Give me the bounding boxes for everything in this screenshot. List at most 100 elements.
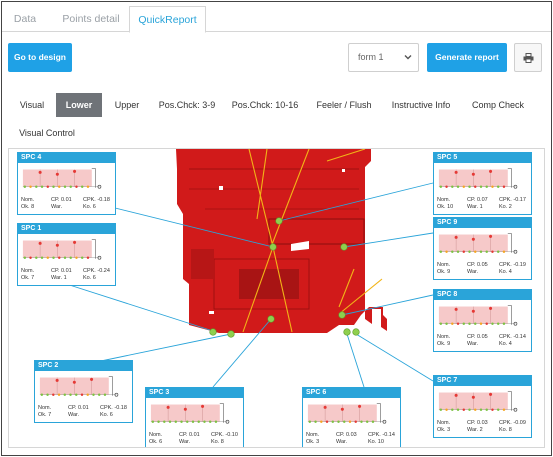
spc-outlier-point bbox=[489, 169, 493, 173]
spc-ko: Ko. 6 bbox=[83, 203, 96, 210]
spc-sample-point bbox=[69, 185, 72, 188]
spc-outlier-point bbox=[55, 243, 59, 247]
spc-sample-point bbox=[63, 185, 67, 188]
spc-sample-point bbox=[456, 185, 460, 188]
subtab-feeler-flush[interactable]: Feeler / Flush bbox=[315, 93, 373, 117]
spc-sample-point bbox=[35, 256, 38, 259]
spc-sample-point bbox=[485, 250, 488, 253]
spc-sample-point bbox=[75, 393, 78, 396]
spc-sample-point bbox=[86, 185, 90, 188]
spc-sample-point bbox=[191, 420, 195, 423]
spc-sample-point bbox=[474, 250, 477, 253]
tab-points-detail[interactable]: Points detail bbox=[58, 6, 124, 32]
subtab-comp-check[interactable]: Comp Check bbox=[469, 93, 527, 117]
spc-sample-point bbox=[456, 322, 460, 325]
spc-sample-point bbox=[468, 322, 471, 325]
subtab-instructive-info[interactable]: Instructive Info bbox=[389, 93, 453, 117]
spc-sample-point bbox=[479, 322, 483, 325]
spc-outlier-point bbox=[471, 395, 475, 399]
spc-war: War. bbox=[51, 203, 63, 210]
tab-quickreport[interactable]: QuickReport bbox=[129, 6, 206, 33]
spc-sample-point bbox=[92, 393, 95, 396]
spc-sample-point bbox=[451, 408, 454, 411]
spc-card-2[interactable]: SPC 2 Nom. Ok. 7 CP. 0.01 War. CPK. -0.18 Ko. … bbox=[34, 360, 133, 423]
spc-outlier-point bbox=[323, 405, 327, 409]
subtab-pos-chck-3-9[interactable]: Pos.Chck: 3-9 bbox=[157, 93, 217, 117]
spc-ok: Ok. 7 bbox=[38, 411, 52, 418]
spc-sample-point bbox=[197, 420, 200, 423]
spc-outlier-point bbox=[55, 172, 59, 176]
subtab-visual[interactable]: Visual bbox=[17, 93, 47, 117]
spc-ko: Ko. 10 bbox=[368, 438, 384, 445]
spc-card-title: SPC 2 bbox=[35, 361, 132, 371]
spc-sample-point bbox=[29, 185, 32, 188]
spc-sample-point bbox=[445, 185, 448, 188]
spc-outlier-point bbox=[73, 240, 77, 244]
spc-card-3[interactable]: SPC 3 Nom. Ok. 6 CP. 0.01 War. CPK. -0.10 Ko. … bbox=[145, 387, 244, 447]
spc-sample-point bbox=[163, 420, 166, 423]
spc-sample-point bbox=[80, 256, 84, 259]
spc-card-title: SPC 6 bbox=[303, 388, 400, 398]
spc-card-8[interactable]: SPC 8 Nom. Ok. 9 CP. 0.05 War. CPK. -0.14 Ko. … bbox=[433, 289, 532, 352]
spc-sample-point bbox=[314, 420, 317, 423]
spc-sample-point bbox=[46, 185, 50, 188]
spc-outlier-point bbox=[201, 404, 205, 408]
spc-outlier-point bbox=[55, 378, 59, 382]
spc-ko: Ko. 4 bbox=[499, 340, 512, 347]
spc-sample-point bbox=[468, 185, 471, 188]
spc-sample-point bbox=[57, 393, 61, 396]
spc-sample-point bbox=[186, 420, 189, 423]
spc-outlier-point bbox=[471, 172, 475, 176]
spc-outlier-point bbox=[489, 234, 493, 238]
spc-card-6[interactable]: SPC 6 Nom. Ok. 3 CP. 0.03 War. CPK. -0.14 Ko. … bbox=[302, 387, 401, 447]
spc-outlier-point bbox=[340, 407, 344, 411]
spc-outlier-point bbox=[90, 377, 94, 381]
car-part-image bbox=[176, 149, 387, 333]
spc-card-5[interactable]: SPC 5 Nom. Ok. 10 CP. 0.07 War. 1 CPK. -0.17 K… bbox=[433, 152, 532, 215]
spc-sample-point bbox=[23, 185, 27, 188]
print-button[interactable] bbox=[514, 43, 542, 72]
spc-sample-point bbox=[208, 420, 212, 423]
spc-sample-point bbox=[343, 420, 346, 423]
spc-outlier-point bbox=[489, 306, 493, 310]
spc-outlier-point bbox=[471, 309, 475, 313]
spc-sample-point bbox=[320, 420, 323, 423]
generate-report-button[interactable]: Generate report bbox=[427, 43, 507, 72]
spc-card-7[interactable]: SPC 7 Nom. Ok. 3 CP. 0.03 War. 2 CPK. -0.09 Ko… bbox=[433, 375, 532, 438]
go-to-design-button[interactable]: Go to design bbox=[8, 43, 72, 72]
spc-sample-point bbox=[23, 256, 27, 259]
spc-card-4[interactable]: SPC 4 Nom. Ok. 8 CP. 0.01 War. CPK. -0.18 Ko. … bbox=[17, 152, 116, 215]
spc-war: War. bbox=[467, 340, 479, 347]
spc-card-9[interactable]: SPC 9 Nom. Ok. 9 CP. 0.05 War. CPK. -0.19 Ko. … bbox=[433, 217, 532, 280]
spc-sample-point bbox=[97, 393, 101, 396]
spc-card-title: SPC 5 bbox=[434, 153, 531, 163]
spc-card-title: SPC 4 bbox=[18, 153, 115, 163]
spc-sample-point bbox=[496, 250, 500, 253]
spc-sample-point bbox=[491, 408, 494, 411]
spc-mini-chart bbox=[438, 305, 518, 326]
subtab-visual-control[interactable]: Visual Control bbox=[17, 121, 77, 145]
spc-sample-point bbox=[496, 322, 500, 325]
subtab-lower[interactable]: Lower bbox=[56, 93, 102, 117]
spc-sample-point bbox=[479, 250, 483, 253]
spc-card-1[interactable]: SPC 1 Nom. Ok. 7 CP. 0.01 War. 1 CPK. -0.24 Ko… bbox=[17, 223, 116, 286]
spc-card-title: SPC 9 bbox=[434, 218, 531, 228]
spc-sample-point bbox=[451, 250, 454, 253]
subtab-pos-chck-10-16[interactable]: Pos.Chck: 10-16 bbox=[231, 93, 299, 117]
spc-sample-point bbox=[479, 185, 483, 188]
spc-war: War. bbox=[467, 268, 479, 275]
spc-sample-point bbox=[69, 256, 72, 259]
spc-card-title: SPC 1 bbox=[18, 224, 115, 234]
form-select[interactable]: form 1 bbox=[348, 43, 419, 72]
spc-sample-point bbox=[479, 408, 483, 411]
spc-sample-point bbox=[157, 420, 160, 423]
spc-sample-point bbox=[52, 393, 55, 396]
subtab-upper[interactable]: Upper bbox=[110, 93, 144, 117]
spc-sample-point bbox=[462, 250, 466, 253]
spc-sample-point bbox=[502, 185, 506, 188]
spc-ok: Ok. 3 bbox=[437, 426, 451, 433]
spc-sample-point bbox=[491, 185, 494, 188]
spc-mini-chart bbox=[438, 168, 518, 189]
tab-data[interactable]: Data bbox=[10, 6, 40, 32]
spc-sample-point bbox=[40, 185, 44, 188]
